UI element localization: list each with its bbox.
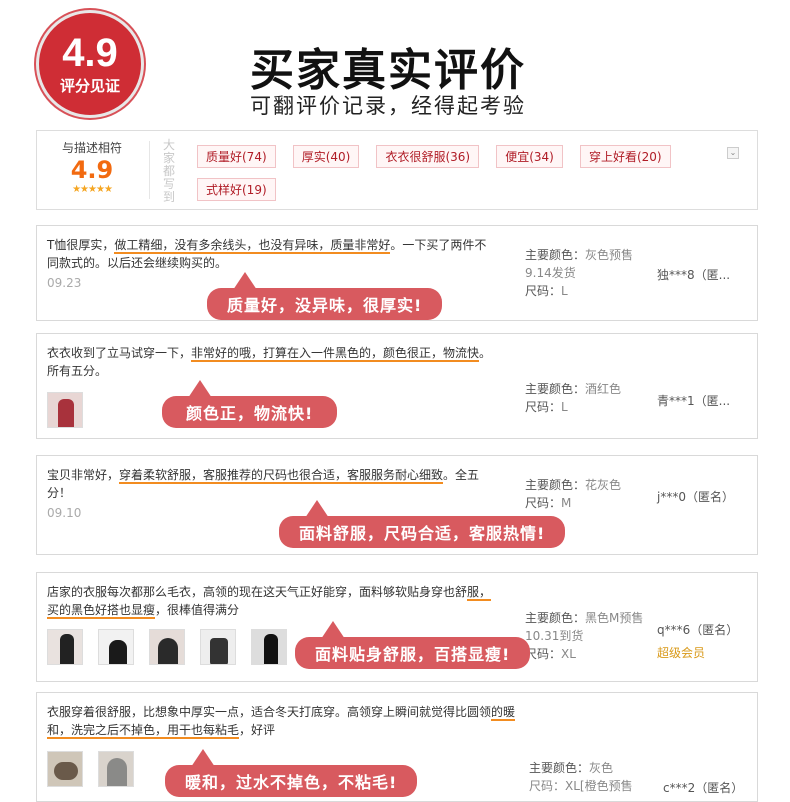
reviewer-name[interactable]: c***2（匿名）	[663, 779, 743, 796]
review-meta: 主要颜色：酒红色 尺码：L	[525, 380, 621, 416]
tag-quality[interactable]: 质量好(74)	[197, 145, 276, 168]
star-rating: ★★★★★	[72, 184, 113, 195]
score-badge: 4.9 评分见证	[36, 10, 144, 118]
review-photo[interactable]	[47, 629, 83, 665]
tag-cheap[interactable]: 便宜(34)	[496, 145, 563, 168]
review-text-highlight: 做工精细，没有多余线头，也没有异味，质量非常好	[114, 238, 391, 254]
review-card: T恤很厚实，做工精细，没有多余线头，也没有异味，质量非常好。一下买了两件不同款式…	[36, 225, 758, 321]
review-text-start: T恤很厚实，	[47, 238, 115, 252]
size-value: 尺码：XL[橙色预售	[529, 779, 633, 793]
size-value: M	[561, 496, 572, 510]
page-subtitle: 可翻评价记录，经得起考验	[250, 94, 526, 118]
review-card: 衣服穿着很舒服，比想象中厚实一点，适合冬天打底穿。高领穿上瞬间就觉得比圆领的暖和…	[36, 692, 758, 802]
tag-list: 质量好(74) 厚实(40) 衣衣很舒服(36) 便宜(34) 穿上好看(20)…	[197, 145, 717, 211]
divider	[149, 141, 150, 199]
vip-badge: 超级会员	[657, 646, 706, 660]
size-value: L	[561, 284, 568, 298]
chevron-down-icon[interactable]: ⌄	[727, 147, 739, 159]
review-text: 衣衣收到了立马试穿一下，非常好的哦，打算在入一件黑色的，颜色很正，物流快。所有五…	[47, 344, 497, 380]
review-text-highlight: 穿着柔软舒服，客服推荐的尺码也很合适，客服服务耐心细致	[119, 468, 444, 484]
match-label: 与描述相符	[61, 141, 122, 155]
review-card: 店家的衣服每次都那么毛衣，高领的现在这天气正好能穿，面料够软贴身穿也舒服，买的黑…	[36, 572, 758, 682]
highlight-bubble: 暖和，过水不掉色，不粘毛!	[165, 749, 418, 797]
tag-style[interactable]: 式样好(19)	[197, 178, 276, 201]
review-photo[interactable]	[47, 392, 83, 428]
tag-thick[interactable]: 厚实(40)	[292, 145, 360, 168]
review-photo[interactable]	[251, 629, 288, 665]
highlight-bubble: 面料舒服，尺码合适，客服热情!	[279, 500, 566, 548]
score-label: 评分见证	[59, 77, 120, 95]
size-label: 尺码：	[525, 496, 562, 510]
highlight-bubble: 面料贴身舒服，百搭显瘦!	[295, 621, 531, 669]
color-label: 主要颜色：	[525, 382, 586, 396]
review-text-highlight: 非常好的哦，打算在入一件黑色的，颜色很正，物流快	[191, 346, 480, 362]
tag-looks-good[interactable]: 穿上好看(20)	[579, 145, 671, 168]
review-text-start: 宝贝非常好，	[47, 468, 120, 482]
review-meta: 主要颜色：花灰色 尺码：M	[525, 476, 621, 512]
review-photos	[47, 751, 144, 791]
review-text-end: ，好评	[239, 723, 276, 737]
rating-summary: 与描述相符 4.9 ★★★★★ 大家都写到 质量好(74) 厚实(40) 衣衣很…	[36, 130, 758, 210]
review-photos	[47, 629, 297, 669]
color-label: 主要颜色：	[529, 761, 590, 775]
review-text-start: 店家的衣服每次都那么毛衣，高领的现在这天气正好能穿，面料够软贴身穿也舒	[47, 585, 468, 599]
tag-comfortable[interactable]: 衣衣很舒服(36)	[376, 145, 480, 168]
review-text: 宝贝非常好，穿着柔软舒服，客服推荐的尺码也很合适，客服服务耐心细致。全五分！ 0…	[47, 466, 497, 522]
review-meta: 主要颜色：灰色预售 9.14发货 尺码：L	[525, 246, 633, 300]
score-value: 4.9	[62, 31, 118, 75]
highlight-bubble: 质量好，没异味，很厚实!	[207, 272, 443, 320]
reviewer-name: q***6（匿名） 超级会员	[657, 621, 738, 661]
color-label: 主要颜色：	[525, 478, 586, 492]
match-block: 与描述相符 4.9 ★★★★★	[57, 139, 127, 195]
color-value: 黑色M预售	[585, 611, 644, 625]
page-title: 买家真实评价	[250, 45, 526, 96]
shipping-note: 10.31到货	[525, 629, 584, 643]
review-photos	[47, 392, 93, 432]
review-photo[interactable]	[200, 629, 237, 665]
review-text: T恤很厚实，做工精细，没有多余线头，也没有异味，质量非常好。一下买了两件不同款式…	[47, 236, 497, 292]
color-value: 花灰色	[585, 478, 622, 492]
reviewer-id[interactable]: q***6（匿名）	[657, 621, 738, 638]
review-meta: 主要颜色：灰色 尺码：XL[橙色预售	[529, 759, 633, 795]
match-score: 4.9	[70, 156, 114, 184]
review-photo[interactable]	[98, 629, 135, 665]
review-text: 衣服穿着很舒服，比想象中厚实一点，适合冬天打底穿。高领穿上瞬间就觉得比圆领的暖和…	[47, 703, 527, 739]
size-value: XL	[561, 647, 576, 661]
review-text-start: 衣衣收到了立马试穿一下，	[47, 346, 192, 360]
reviewer-name[interactable]: j***0（匿名）	[657, 488, 734, 505]
size-label: 尺码：	[525, 400, 562, 414]
size-label: 尺码：	[525, 284, 562, 298]
review-photo[interactable]	[98, 751, 135, 787]
tags-heading: 大家都写到	[163, 138, 176, 204]
review-photo[interactable]	[47, 751, 83, 787]
highlight-bubble: 颜色正，物流快!	[162, 380, 338, 428]
review-text-end: ，很棒值得满分	[155, 603, 240, 617]
color-value: 酒红色	[585, 382, 622, 396]
review-text-start: 衣服穿着很舒服，比想象中厚实一点，适合冬天打底穿。高领穿上瞬间就觉得比圆领	[47, 705, 492, 719]
size-value: L	[561, 400, 568, 414]
color-label: 主要颜色：	[525, 248, 586, 262]
review-photo[interactable]	[149, 629, 186, 665]
review-card: 宝贝非常好，穿着柔软舒服，客服推荐的尺码也很合适，客服服务耐心细致。全五分！ 0…	[36, 455, 758, 555]
color-value: 灰色	[589, 761, 614, 775]
review-card: 衣衣收到了立马试穿一下，非常好的哦，打算在入一件黑色的，颜色很正，物流快。所有五…	[36, 333, 758, 439]
review-text: 店家的衣服每次都那么毛衣，高领的现在这天气正好能穿，面料够软贴身穿也舒服，买的黑…	[47, 583, 497, 619]
color-value: 灰色预售	[585, 248, 634, 262]
color-label: 主要颜色：	[525, 611, 586, 625]
review-meta: 主要颜色：黑色M预售 10.31到货 尺码：XL	[525, 609, 643, 663]
reviewer-name[interactable]: 独***8（匿...	[657, 266, 730, 283]
shipping-note: 9.14发货	[525, 266, 576, 280]
size-label: 尺码：	[525, 647, 562, 661]
reviewer-name[interactable]: 青***1（匿...	[657, 392, 730, 409]
